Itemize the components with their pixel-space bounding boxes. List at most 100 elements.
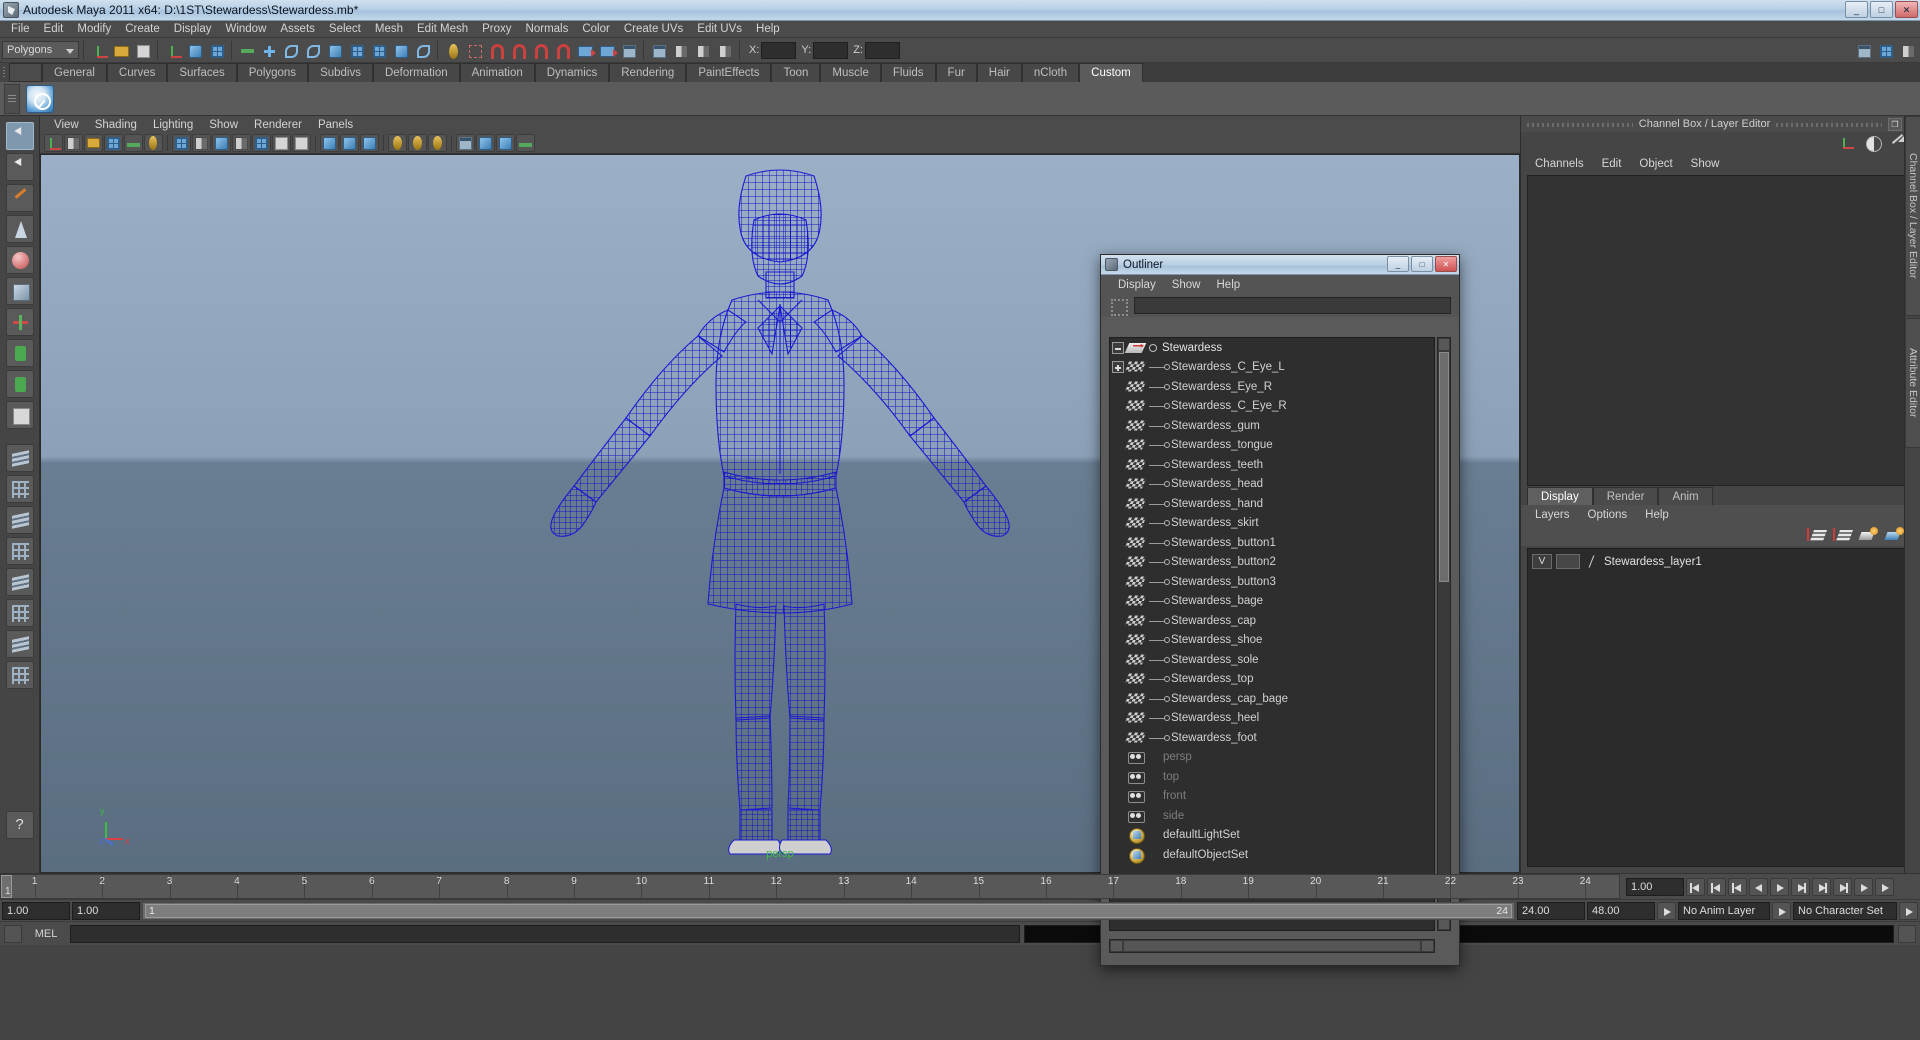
- outliner-expander-collapse-icon[interactable]: [1112, 341, 1124, 354]
- transform-fields[interactable]: X: Y: Z:: [744, 41, 900, 59]
- viewport-menu-lighting[interactable]: Lighting: [145, 118, 201, 132]
- menu-item-modify[interactable]: Modify: [70, 22, 118, 36]
- outliner-item[interactable]: Stewardess_shoe: [1110, 631, 1434, 651]
- channel-box-menu-object[interactable]: Object: [1631, 157, 1680, 171]
- use-default-lighting-icon[interactable]: [320, 134, 339, 152]
- outliner-window[interactable]: Outliner _ □ ✕ Display Show Help Stewardes…: [1100, 254, 1460, 966]
- outliner-item[interactable]: Stewardess_C_Eye_L: [1110, 358, 1434, 378]
- camera-attributes-icon[interactable]: [64, 134, 83, 152]
- toggle-sidebar-button[interactable]: [648, 40, 669, 61]
- outliner-vertical-scrollbar[interactable]: [1437, 337, 1451, 931]
- outliner-item[interactable]: Stewardess_teeth: [1110, 455, 1434, 475]
- channel-box-menu-channels[interactable]: Channels: [1527, 157, 1592, 171]
- xray-joints-icon[interactable]: [428, 134, 447, 152]
- anim-layer-menu-icon[interactable]: [1657, 901, 1676, 920]
- character-set-selector[interactable]: No Character Set: [1793, 901, 1897, 920]
- shelf-tab-rendering[interactable]: Rendering: [609, 63, 687, 82]
- layout-hypershade-button[interactable]: [5, 568, 34, 596]
- step-back-key-icon[interactable]: [1707, 877, 1726, 896]
- outliner-item[interactable]: side: [1110, 806, 1434, 826]
- paint-select-tool-button[interactable]: [5, 184, 34, 212]
- channel-box-button[interactable]: [714, 40, 735, 61]
- shadows-icon[interactable]: [360, 134, 379, 152]
- snap-to-point-button[interactable]: [302, 40, 323, 61]
- outliner-filter-icon[interactable]: [1109, 297, 1128, 316]
- step-forward-key-icon[interactable]: [1812, 877, 1831, 896]
- shaded-wireframe-icon[interactable]: [252, 134, 271, 152]
- range-start-field[interactable]: 1.00: [2, 901, 70, 920]
- window-controls[interactable]: _ □ ✕: [1845, 1, 1918, 18]
- open-scene-button[interactable]: [110, 40, 131, 61]
- image-plane-icon[interactable]: [104, 134, 123, 152]
- outliner-minimize-button[interactable]: _: [1387, 256, 1409, 272]
- scroll-up-arrow-icon[interactable]: [1438, 338, 1450, 351]
- render-view-button[interactable]: [530, 40, 551, 61]
- outliner-maximize-button[interactable]: □: [1411, 256, 1433, 272]
- snap-to-grid-button[interactable]: [258, 40, 279, 61]
- menu-item-color[interactable]: Color: [575, 22, 616, 36]
- shelf-tab-deformation[interactable]: Deformation: [372, 63, 460, 82]
- layer-tab-anim[interactable]: Anim: [1658, 487, 1713, 505]
- menu-item-create[interactable]: Create: [118, 22, 167, 36]
- viewport-menu-view[interactable]: View: [46, 118, 87, 132]
- shelf-tab-polygons[interactable]: Polygons: [236, 63, 309, 82]
- outliner-item[interactable]: Stewardess_button2: [1110, 553, 1434, 573]
- layer-menu-help[interactable]: Help: [1637, 508, 1677, 522]
- shelf-tab-animation[interactable]: Animation: [459, 63, 535, 82]
- outliner-item[interactable]: Stewardess_sole: [1110, 650, 1434, 670]
- texture-display-icon[interactable]: [272, 134, 291, 152]
- command-line-handle[interactable]: [4, 924, 22, 943]
- step-forward-frame-icon[interactable]: [1791, 877, 1810, 896]
- scale-tool-button[interactable]: [5, 277, 34, 305]
- axis-y-input[interactable]: [813, 41, 849, 59]
- outliner-item[interactable]: Stewardess_hand: [1110, 494, 1434, 514]
- shelf-row-handle[interactable]: [4, 83, 20, 114]
- layout-persp-uv-button[interactable]: [5, 599, 34, 627]
- menu-item-proxy[interactable]: Proxy: [475, 22, 518, 36]
- outliner-item[interactable]: top: [1110, 767, 1434, 787]
- layout-persp-graph-button[interactable]: [5, 537, 34, 565]
- show-hide-ui-button[interactable]: [1853, 40, 1874, 61]
- animation-preferences-icon[interactable]: [1875, 877, 1894, 896]
- select-tool-button[interactable]: [5, 122, 34, 150]
- channel-box-menu-show[interactable]: Show: [1683, 157, 1728, 171]
- attribute-editor-button[interactable]: [670, 40, 691, 61]
- outliner-item[interactable]: persp: [1110, 748, 1434, 768]
- menu-item-mesh[interactable]: Mesh: [368, 22, 410, 36]
- shelf-options-button[interactable]: [9, 63, 42, 82]
- go-to-start-icon[interactable]: [1686, 877, 1705, 896]
- show-manip-button[interactable]: [618, 40, 639, 61]
- snap-to-curve-button[interactable]: [280, 40, 301, 61]
- anim-layer-selector[interactable]: No Anim Layer: [1678, 901, 1770, 920]
- channel-box-toggle-icon[interactable]: [1864, 135, 1882, 152]
- outliner-vscroll-thumb[interactable]: [1439, 352, 1449, 582]
- outliner-item[interactable]: Stewardess_skirt: [1110, 514, 1434, 534]
- range-slider[interactable]: 1 24: [142, 901, 1515, 920]
- panel-grip-right[interactable]: [1776, 121, 1882, 127]
- universal-manip-tool-button[interactable]: [5, 308, 34, 336]
- open-output-button[interactable]: [596, 40, 618, 61]
- view-transform-icon[interactable]: [476, 134, 495, 152]
- command-line-input[interactable]: [70, 924, 1020, 943]
- outliner-hscroll-thumb[interactable]: [1124, 941, 1420, 951]
- high-quality-render-icon[interactable]: [496, 134, 515, 152]
- shelf-tab-curves[interactable]: Curves: [106, 63, 168, 82]
- soft-mod-tool-button[interactable]: [5, 339, 34, 367]
- shelf-drag-handle[interactable]: [0, 63, 9, 82]
- hypershade-button[interactable]: [508, 40, 529, 61]
- channel-box-menu-edit[interactable]: Edit: [1594, 157, 1630, 171]
- layout-two-pane-button[interactable]: [5, 630, 34, 658]
- move-layer-up-icon[interactable]: [1807, 527, 1826, 544]
- menu-item-select[interactable]: Select: [322, 22, 368, 36]
- new-layer-icon[interactable]: [1859, 526, 1878, 544]
- outliner-item[interactable]: Stewardess_foot: [1110, 728, 1434, 748]
- outliner-item[interactable]: front: [1110, 787, 1434, 807]
- ipr-render-button[interactable]: [464, 40, 485, 61]
- isolate-select-icon[interactable]: [388, 134, 407, 152]
- shelf-tab-fluids[interactable]: Fluids: [880, 63, 936, 82]
- tool-settings-button[interactable]: [692, 40, 713, 61]
- render-settings-button[interactable]: [486, 40, 507, 61]
- layer-menu-options[interactable]: Options: [1580, 508, 1636, 522]
- current-frame-field[interactable]: 1.00: [1626, 877, 1684, 896]
- select-camera-icon[interactable]: [44, 134, 63, 152]
